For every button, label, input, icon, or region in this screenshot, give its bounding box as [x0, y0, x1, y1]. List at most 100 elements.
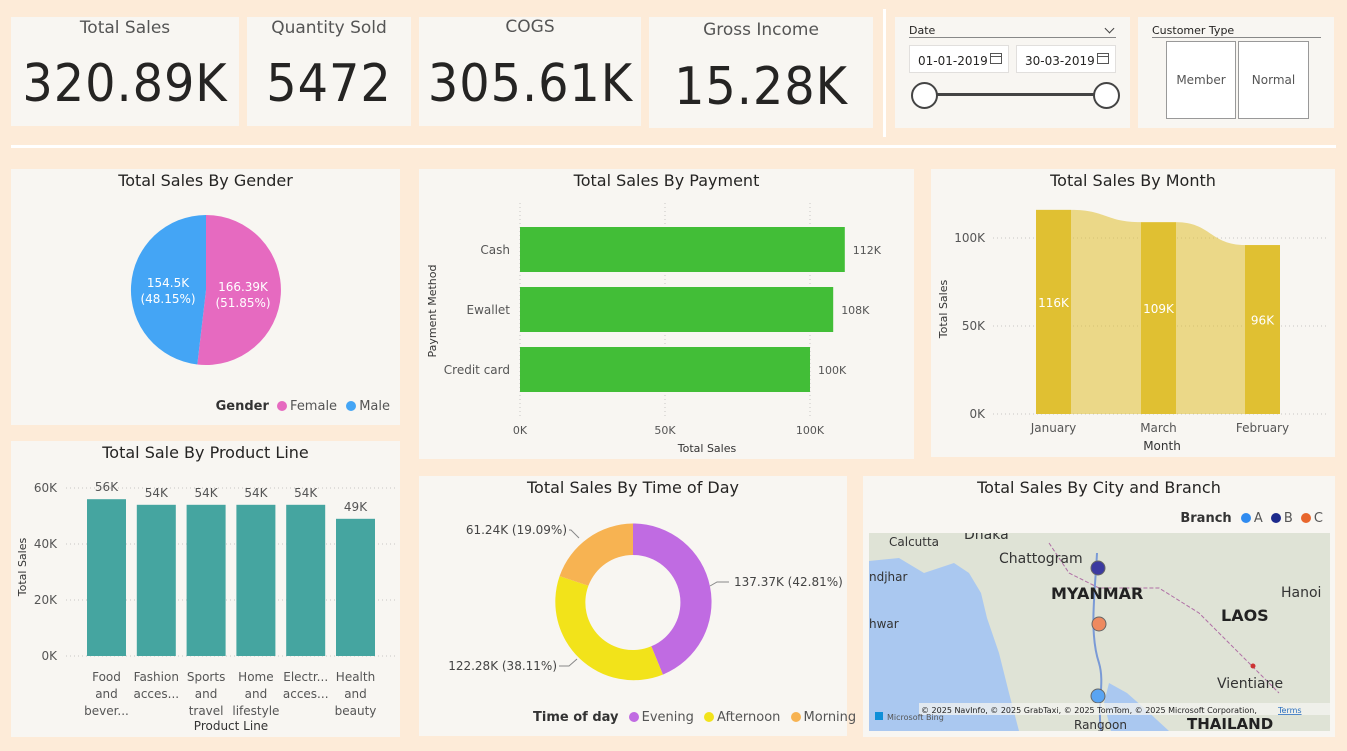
kpi-value: 305.61K [427, 54, 634, 114]
donut-label-evening: 137.37K (42.81%) [734, 575, 843, 589]
y-axis-title: Total Sales [937, 280, 950, 340]
branch-map[interactable]: Dhaka Calcutta Chattogram ndjhar MYANMAR… [869, 533, 1330, 731]
x-axis-title: Month [1143, 439, 1181, 453]
gender-chart-card: Total Sales By Gender 166.39K (51.85%) 1… [11, 169, 400, 425]
calendar-icon[interactable] [1097, 53, 1109, 64]
bar-data-label: 54K [145, 486, 169, 500]
payment-chart-card: Total Sales By Payment Payment Method To… [419, 169, 914, 459]
time-donut-chart: 137.37K (42.81%) 122.28K (38.11%) 61.24K… [448, 523, 843, 681]
kpi-title: COGS [505, 17, 555, 37]
kpi-value: 320.89K [22, 54, 228, 114]
customer-type-normal-tile[interactable]: Normal [1238, 41, 1309, 119]
leader-line-afternoon [559, 658, 578, 667]
bar-data-label: 112K [853, 244, 882, 257]
bar-data-label: 116K [1038, 296, 1070, 310]
kpi-title: Quantity Sold [271, 18, 387, 38]
map-place-label: Chattogram [999, 551, 1083, 567]
leader-line-morning [569, 529, 580, 539]
month-bar[interactable] [1245, 245, 1280, 414]
payment-bar-chart: Payment Method Total Sales 0K 50K 100K Cas… [426, 203, 882, 455]
month-bar[interactable] [1036, 209, 1071, 414]
map-place-label: Dhaka [964, 533, 1009, 543]
donut-slice-afternoon[interactable] [555, 576, 663, 681]
bar-data-label: 56K [95, 480, 119, 494]
legend-label-b: B [1283, 511, 1293, 526]
product-bar[interactable] [186, 504, 226, 656]
x-axis-title: Total Sales [677, 442, 737, 455]
date-range-end-handle[interactable] [1093, 82, 1120, 109]
kpi-card-cogs: COGS 305.61K [419, 17, 641, 126]
start-date-value: 01-01-2019 [918, 54, 988, 68]
legend-dot-a [1240, 513, 1251, 523]
y-tick-label: Credit card [444, 363, 510, 377]
gender-pie-chart: 166.39K (51.85%) 154.5K (48.15%) [130, 214, 281, 365]
legend-dot-male [346, 401, 357, 411]
end-date-input[interactable]: 30-03-2019 [1016, 45, 1116, 73]
date-slicer-label: Date [909, 24, 936, 37]
kpi-card-quantity-sold: Quantity Sold 5472 [247, 17, 411, 126]
x-tick-label: 100K [796, 424, 825, 437]
bar-data-label: 54K [195, 486, 219, 500]
y-tick-label: 0K [41, 649, 58, 663]
product-bar[interactable] [286, 504, 326, 656]
start-date-input[interactable]: 01-01-2019 [909, 45, 1009, 73]
legend-dot-afternoon [704, 712, 715, 722]
kpi-card-gross-income: Gross Income 15.28K [649, 17, 873, 128]
branch-a-marker[interactable] [1090, 688, 1106, 704]
kpi-value: 15.28K [674, 57, 848, 117]
customer-slicer-label: Customer Type [1152, 24, 1235, 37]
x-tick-label: Home [238, 670, 273, 684]
legend-label-morning: Morning [803, 710, 857, 725]
bing-logo-text: Microsoft Bing [887, 713, 944, 722]
payment-bar[interactable] [520, 347, 810, 392]
y-tick-label: Cash [480, 243, 510, 257]
map-terms-link[interactable]: Terms [1277, 706, 1302, 715]
time-chart-card: Total Sales By Time of Day 137.37K (42.8… [419, 476, 856, 736]
map-attribution: © 2025 NavInfo, © 2025 GrabTaxi, © 2025 … [921, 706, 1257, 715]
legend-dot-female [277, 401, 288, 411]
x-tick-label: acces... [283, 687, 329, 701]
y-tick-label: 50K [962, 319, 986, 333]
kpi-value: 5472 [266, 54, 392, 114]
chevron-down-icon[interactable] [1104, 23, 1115, 34]
product-bar[interactable] [87, 499, 126, 656]
product-bar[interactable] [236, 504, 276, 656]
legend-title: Gender [215, 399, 269, 414]
legend-dot-morning [790, 712, 801, 722]
map-place-label: Calcutta [889, 535, 939, 549]
month-chart-card: Total Sales By Month Total Sales Month 1… [931, 169, 1335, 457]
x-tick-label: and [344, 687, 367, 701]
legend-label-female: Female [290, 399, 338, 414]
month-bar[interactable] [1141, 222, 1176, 414]
donut-label-morning: 61.24K (19.09%) [466, 523, 567, 537]
date-range-track [925, 93, 1107, 96]
ribbon-connector [1071, 209, 1141, 414]
bar-data-label: 100K [818, 364, 847, 377]
legend-dot-c [1300, 513, 1311, 523]
vertical-divider [883, 9, 886, 137]
calendar-icon[interactable] [990, 53, 1002, 64]
bar-data-label: 109K [1143, 302, 1175, 316]
branch-c-marker[interactable] [1091, 616, 1107, 632]
donut-label-afternoon: 122.28K (38.11%) [448, 659, 557, 673]
legend-label-male: Male [359, 399, 390, 414]
date-range-start-handle[interactable] [911, 82, 938, 109]
legend-dot-b [1270, 513, 1281, 523]
branch-b-marker[interactable] [1090, 560, 1106, 576]
product-bar-chart: Total Sales Product Line 60K 40K 20K 0K 56K… [16, 480, 396, 733]
payment-bar[interactable] [520, 227, 845, 272]
legend-label-c: C [1313, 511, 1323, 526]
chart-title: Total Sales By City and Branch [977, 478, 1221, 497]
y-tick-label: Ewallet [466, 303, 510, 317]
payment-bar[interactable] [520, 287, 834, 332]
product-bar[interactable] [136, 504, 176, 656]
customer-type-member-tile[interactable]: Member [1166, 41, 1236, 119]
month-ribbon-chart: Total Sales Month 100K 50K 0K 116K January 1… [937, 209, 1329, 453]
donut-slice-morning[interactable] [559, 523, 633, 586]
map-point-dot [1250, 663, 1256, 669]
map-canvas[interactable]: Dhaka Calcutta Chattogram ndjhar MYANMAR… [869, 533, 1330, 731]
x-tick-label: Fashion [134, 670, 179, 684]
x-tick-label: travel [189, 704, 224, 718]
product-bar[interactable] [336, 518, 375, 656]
ribbon-connector [1176, 222, 1245, 414]
